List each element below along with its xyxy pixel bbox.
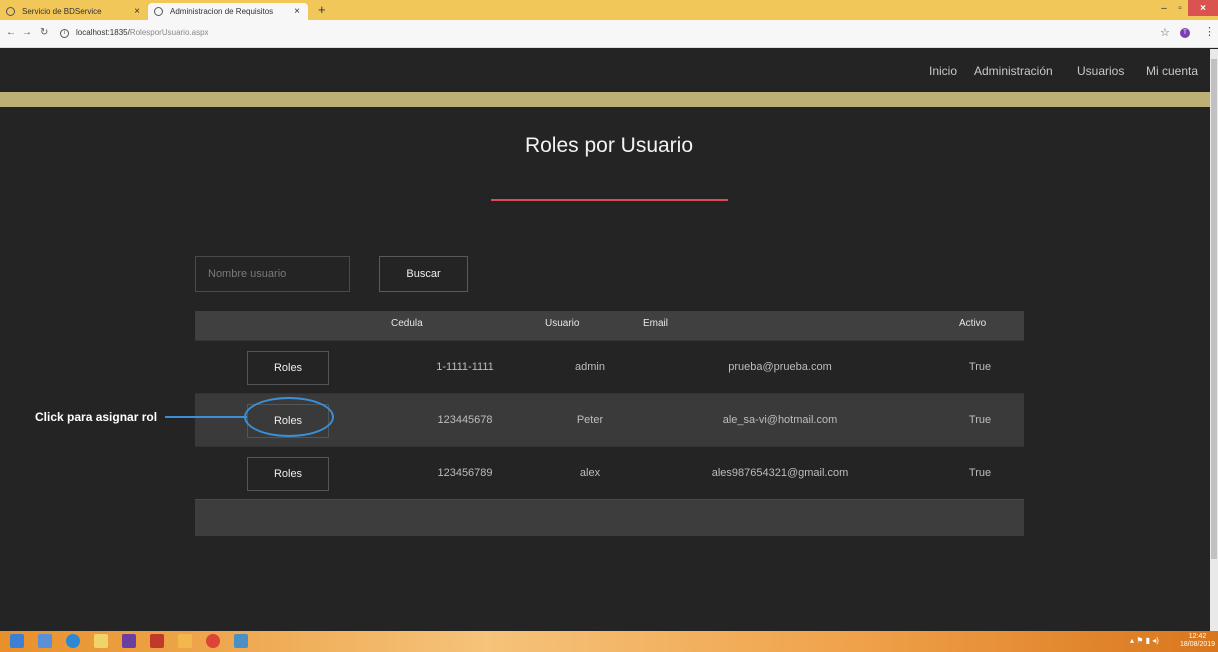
- windows-taskbar: ▴ ⚑ ▮ ◂) 12:42 18/08/2019: [0, 631, 1218, 652]
- windows-start-icon[interactable]: [10, 634, 24, 648]
- cell-usuario: Peter: [576, 414, 604, 426]
- bookmark-star-icon[interactable]: ☆: [1160, 26, 1170, 39]
- profile-avatar[interactable]: T: [1180, 28, 1190, 38]
- url-host: localhost:1835/: [76, 28, 130, 37]
- kebab-menu-icon[interactable]: ⋮: [1204, 25, 1215, 38]
- site-navbar: Inicio Administración Usuarios Mi cuenta: [0, 49, 1210, 92]
- nav-link-inicio[interactable]: Inicio: [929, 64, 957, 78]
- cell-activo: True: [968, 467, 992, 479]
- tab-label: Servicio de BDService: [22, 7, 102, 16]
- internet-explorer-icon[interactable]: [66, 634, 80, 648]
- clock-date: 18/08/2019: [1180, 641, 1216, 648]
- desktop-app-icon[interactable]: [38, 634, 52, 648]
- header-activo: Activo: [959, 318, 987, 329]
- annotation-pointer-line: [165, 416, 247, 418]
- url-field[interactable]: localhost:1835/RolesporUsuario.aspx: [76, 28, 209, 37]
- visual-studio-icon[interactable]: [122, 634, 136, 648]
- close-icon[interactable]: ×: [294, 6, 300, 17]
- window-close-icon[interactable]: ×: [1188, 0, 1218, 16]
- cell-cedula: 1-1111-1111: [436, 361, 494, 373]
- page-title: Roles por Usuario: [524, 134, 694, 157]
- cell-usuario: alex: [579, 467, 601, 479]
- table-row: Roles 123456789 alex ales987654321@gmail…: [195, 446, 1024, 499]
- back-icon[interactable]: ←: [6, 27, 16, 38]
- forward-icon[interactable]: →: [22, 27, 32, 38]
- header-email: Email: [643, 318, 669, 329]
- table-footer: [195, 499, 1024, 536]
- search-user-input[interactable]: [195, 256, 350, 292]
- tab-label: Administracion de Requisitos: [170, 7, 274, 16]
- browser-tab-admin-requisitos[interactable]: Administracion de Requisitos ×: [148, 3, 308, 20]
- chrome-icon[interactable]: [206, 634, 220, 648]
- scrollbar-thumb[interactable]: [1211, 59, 1217, 559]
- clock-time: 12:42: [1188, 633, 1207, 640]
- cell-cedula: 123456789: [437, 467, 493, 479]
- nav-link-usuarios[interactable]: Usuarios: [1077, 64, 1124, 78]
- roles-button[interactable]: Roles: [247, 457, 329, 491]
- paint-icon[interactable]: [178, 634, 192, 648]
- title-divider: [491, 199, 728, 201]
- nav-link-administracion[interactable]: Administración: [974, 64, 1053, 78]
- minimize-icon[interactable]: ‒: [1156, 0, 1172, 16]
- reload-icon[interactable]: ↻: [40, 27, 48, 38]
- database-tool-icon[interactable]: [150, 634, 164, 648]
- page-scrollbar[interactable]: [1210, 49, 1218, 631]
- nav-link-mi-cuenta[interactable]: Mi cuenta: [1146, 64, 1198, 78]
- browser-tab-bdservice[interactable]: Servicio de BDService ×: [0, 3, 148, 20]
- close-icon[interactable]: ×: [134, 6, 140, 17]
- annotation-label: Click para asignar rol: [35, 410, 158, 424]
- globe-icon: [154, 7, 163, 16]
- taskbar-clock[interactable]: 12:42 18/08/2019: [1180, 633, 1215, 649]
- browser-tabstrip: Servicio de BDService × Administracion d…: [0, 0, 1218, 20]
- cell-email: ale_sa-vi@hotmail.com: [722, 414, 838, 426]
- roles-button[interactable]: Roles: [247, 351, 329, 385]
- cell-activo: True: [968, 414, 992, 426]
- header-usuario: Usuario: [545, 318, 580, 329]
- cell-usuario: admin: [575, 361, 605, 373]
- globe-icon: [6, 7, 15, 16]
- cell-activo: True: [968, 361, 992, 373]
- system-tray-icons[interactable]: ▴ ⚑ ▮ ◂): [1130, 636, 1159, 645]
- screen: Servicio de BDService × Administracion d…: [0, 0, 1218, 652]
- search-button[interactable]: Buscar: [379, 256, 468, 292]
- file-explorer-icon[interactable]: [94, 634, 108, 648]
- maximize-icon[interactable]: ▫: [1172, 0, 1188, 16]
- address-bar: ← → ↻ i localhost:1835/RolesporUsuario.a…: [0, 20, 1218, 48]
- cell-email: prueba@prueba.com: [728, 361, 832, 373]
- table-header: Cedula Usuario Email Activo: [195, 311, 1024, 340]
- network-tool-icon[interactable]: [234, 634, 248, 648]
- new-tab-icon[interactable]: +: [318, 2, 326, 17]
- accent-band: [0, 92, 1210, 107]
- annotation-highlight-ellipse: [244, 397, 334, 437]
- cell-email: ales987654321@gmail.com: [711, 467, 849, 479]
- info-icon[interactable]: i: [60, 29, 69, 38]
- table-row: Roles 1-1111-1111 admin prueba@prueba.co…: [195, 340, 1024, 393]
- header-cedula: Cedula: [391, 318, 423, 329]
- url-path: RolesporUsuario.aspx: [129, 28, 209, 37]
- cell-cedula: 123445678: [437, 414, 493, 426]
